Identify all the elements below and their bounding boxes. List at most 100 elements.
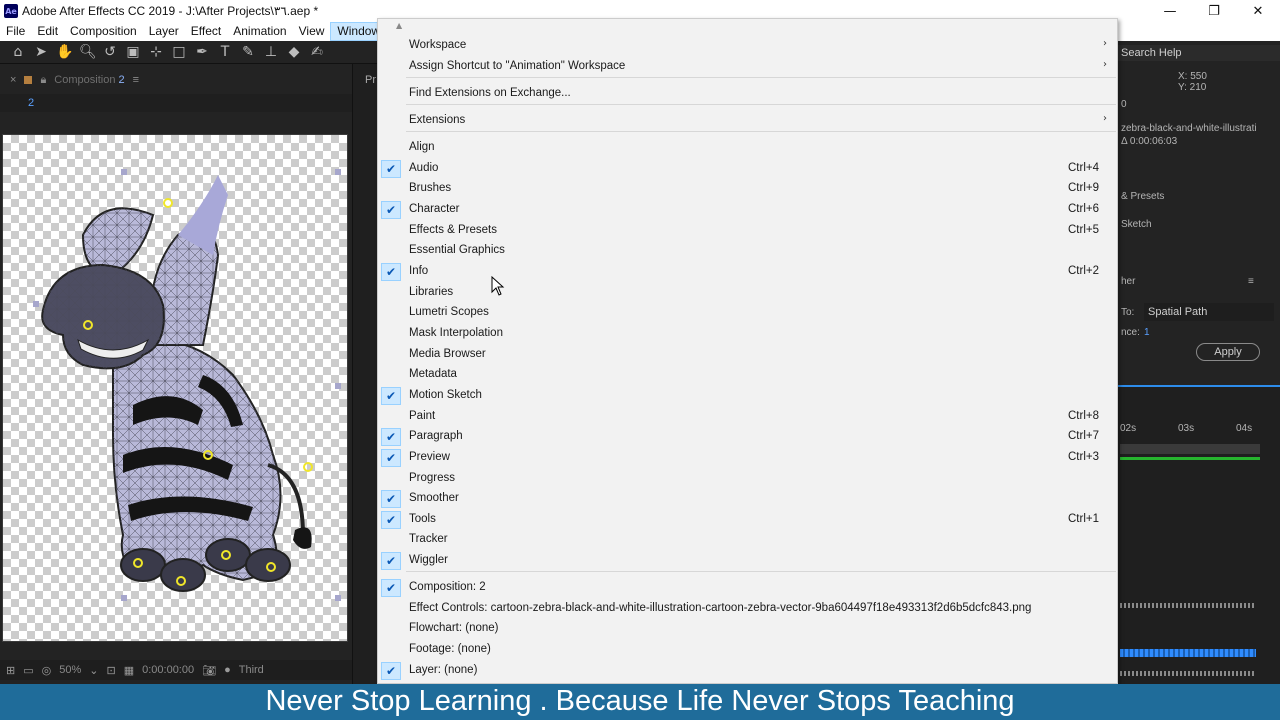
menu-item-metadata[interactable]: Metadata	[378, 365, 1117, 385]
resolution-select[interactable]: Third	[239, 664, 264, 676]
menu-item-label: Extensions	[409, 114, 466, 126]
close-button[interactable]: ✕	[1236, 0, 1280, 22]
panel-menu-icon[interactable]: ≡	[1248, 276, 1254, 287]
apply-to-select[interactable]: Spatial Path	[1144, 303, 1274, 321]
camera-tool-icon[interactable]: ▣	[125, 44, 141, 60]
rotate-tool-icon[interactable]: ↺	[102, 44, 118, 60]
home-icon[interactable]: ⌂	[10, 44, 26, 60]
tab-composition[interactable]: × 🔒︎ Composition 2 ≡	[0, 70, 352, 90]
menu-item-paragraph[interactable]: ✔ Paragraph Ctrl+7	[378, 427, 1117, 447]
layer-duration-bar[interactable]	[1120, 444, 1260, 454]
type-tool-icon[interactable]: T	[217, 44, 233, 60]
snapshot-icon[interactable]: 📷︎	[202, 664, 216, 677]
tolerance-value[interactable]: 1	[1144, 327, 1150, 338]
composition-breadcrumb[interactable]: 2	[0, 94, 352, 112]
menu-item-label: Composition: 2	[409, 581, 486, 593]
mouse-cursor-icon	[491, 276, 505, 296]
zoom-select[interactable]: 50%	[59, 664, 81, 676]
checkmark-icon: ✔	[381, 490, 401, 508]
roto-brush-tool-icon[interactable]: ✍	[309, 44, 325, 60]
menu-item-layer-none[interactable]: ✔ Layer: (none)	[378, 661, 1117, 681]
menu-item-tools[interactable]: ✔ Tools Ctrl+1	[378, 510, 1117, 530]
menu-item-shortcut: Ctrl+2	[1068, 265, 1099, 277]
menu-item-label: Paint	[409, 410, 436, 422]
apply-button[interactable]: Apply	[1196, 343, 1260, 361]
menu-item-label: Metadata	[409, 368, 457, 380]
search-help-input[interactable]: Search Help	[1118, 45, 1280, 61]
selection-tool-icon[interactable]: ➤	[33, 44, 49, 60]
checkmark-icon: ✔	[381, 160, 401, 178]
window-menu-dropdown: ▲ Workspace › Assign Shortcut to "Animatio…	[377, 18, 1118, 684]
mask-visibility-icon[interactable]: ◎	[42, 664, 52, 677]
menu-item-smoother[interactable]: ✔ Smoother	[378, 489, 1117, 509]
menu-item-media-browser[interactable]: Media Browser	[378, 345, 1117, 365]
menu-item-preview[interactable]: ✔ Preview Ctrl+3	[378, 448, 1117, 468]
panel-menu-icon[interactable]: ≡	[133, 74, 139, 86]
menu-item-align[interactable]: Align	[378, 138, 1117, 158]
menu-item-info[interactable]: ✔ Info Ctrl+2	[378, 262, 1117, 282]
menu-item-label: Smoother	[409, 492, 459, 504]
chevron-down-icon[interactable]: ⌄	[89, 664, 98, 677]
menu-item-workspace[interactable]: Workspace ›	[378, 36, 1117, 56]
menu-item-assign-shortcut-to-animation-workspace[interactable]: Assign Shortcut to "Animation" Workspace…	[378, 57, 1117, 77]
zoom-tool-icon[interactable]: 🔍︎	[79, 44, 97, 60]
menu-item-progress[interactable]: Progress	[378, 469, 1117, 489]
menu-item-effect-controls-cartoon-zebra-black-and-[interactable]: Effect Controls: cartoon-zebra-black-and…	[378, 599, 1117, 619]
menu-item-lumetri-scopes[interactable]: Lumetri Scopes	[378, 303, 1117, 323]
menu-item-composition-2[interactable]: ✔ Composition: 2	[378, 578, 1117, 598]
monitor-icon[interactable]: ▭	[23, 664, 33, 677]
menu-item-find-extensions-on-exchange[interactable]: Find Extensions on Exchange...	[378, 84, 1117, 104]
pan-behind-tool-icon[interactable]: ⊹	[148, 44, 164, 60]
menu-item-extensions[interactable]: Extensions ›	[378, 111, 1117, 131]
pen-tool-icon[interactable]: ✒	[194, 44, 210, 60]
menu-edit[interactable]: Edit	[31, 22, 64, 41]
show-channel-icon[interactable]: ●	[224, 664, 231, 676]
close-icon[interactable]: ×	[10, 74, 16, 86]
menu-composition[interactable]: Composition	[64, 22, 143, 41]
menu-effect[interactable]: Effect	[185, 22, 227, 41]
lock-icon[interactable]: 🔒︎	[40, 74, 46, 87]
composition-tab-prefix: Composition	[54, 74, 119, 86]
composition-viewer[interactable]	[2, 134, 348, 642]
region-of-interest-icon[interactable]: ⊡	[106, 664, 115, 677]
menu-separator	[406, 77, 1116, 78]
menu-item-flowchart-none[interactable]: Flowchart: (none)	[378, 619, 1117, 639]
hand-tool-icon[interactable]: ✋	[56, 44, 73, 60]
restore-button[interactable]: ❐	[1192, 0, 1236, 22]
rectangle-tool-icon[interactable]: □	[171, 44, 187, 60]
menu-item-label: Motion Sketch	[409, 389, 482, 401]
menu-item-libraries[interactable]: Libraries	[378, 283, 1117, 303]
menu-animation[interactable]: Animation	[227, 22, 292, 41]
menu-item-wiggler[interactable]: ✔ Wiggler	[378, 551, 1117, 571]
menu-item-essential-graphics[interactable]: Essential Graphics	[378, 241, 1117, 261]
clone-stamp-tool-icon[interactable]: ⊥	[263, 44, 279, 60]
keyframe-track[interactable]	[1120, 649, 1256, 657]
menu-item-brushes[interactable]: Brushes Ctrl+9	[378, 179, 1117, 199]
project-tab-fragment[interactable]: Pr	[365, 74, 376, 86]
eraser-tool-icon[interactable]: ◆	[286, 44, 302, 60]
work-area-bar[interactable]	[1120, 457, 1260, 460]
time-ruler[interactable]: 02s 03s 04s	[1118, 423, 1268, 439]
menu-item-character[interactable]: ✔ Character Ctrl+6	[378, 200, 1117, 220]
current-time-display[interactable]: 0:00:00:00	[142, 664, 194, 676]
menu-file[interactable]: File	[0, 22, 31, 41]
menu-layer[interactable]: Layer	[143, 22, 185, 41]
motion-sketch-tab[interactable]: Sketch	[1121, 219, 1152, 230]
menu-item-motion-sketch[interactable]: ✔ Motion Sketch	[378, 386, 1117, 406]
menu-item-tracker[interactable]: Tracker	[378, 530, 1117, 550]
menu-item-effects-presets[interactable]: Effects & Presets Ctrl+5	[378, 221, 1117, 241]
smoother-tab[interactable]: her	[1121, 276, 1135, 287]
scroll-up-icon[interactable]: ▲	[396, 21, 402, 30]
transparency-grid-icon[interactable]: ▦	[124, 664, 134, 677]
menu-item-footage-none[interactable]: Footage: (none)	[378, 640, 1117, 660]
brush-tool-icon[interactable]: ✎	[240, 44, 256, 60]
checkmark-icon: ✔	[381, 428, 401, 446]
effects-presets-tab[interactable]: & Presets	[1121, 191, 1164, 202]
grid-icon[interactable]: ⊞	[6, 664, 15, 677]
project-panel-edge: Pr	[352, 64, 378, 684]
menu-item-audio[interactable]: ✔ Audio Ctrl+4	[378, 159, 1117, 179]
menu-view[interactable]: View	[293, 22, 331, 41]
menu-item-mask-interpolation[interactable]: Mask Interpolation	[378, 324, 1117, 344]
minimize-button[interactable]: —	[1148, 0, 1192, 22]
menu-item-paint[interactable]: Paint Ctrl+8	[378, 407, 1117, 427]
